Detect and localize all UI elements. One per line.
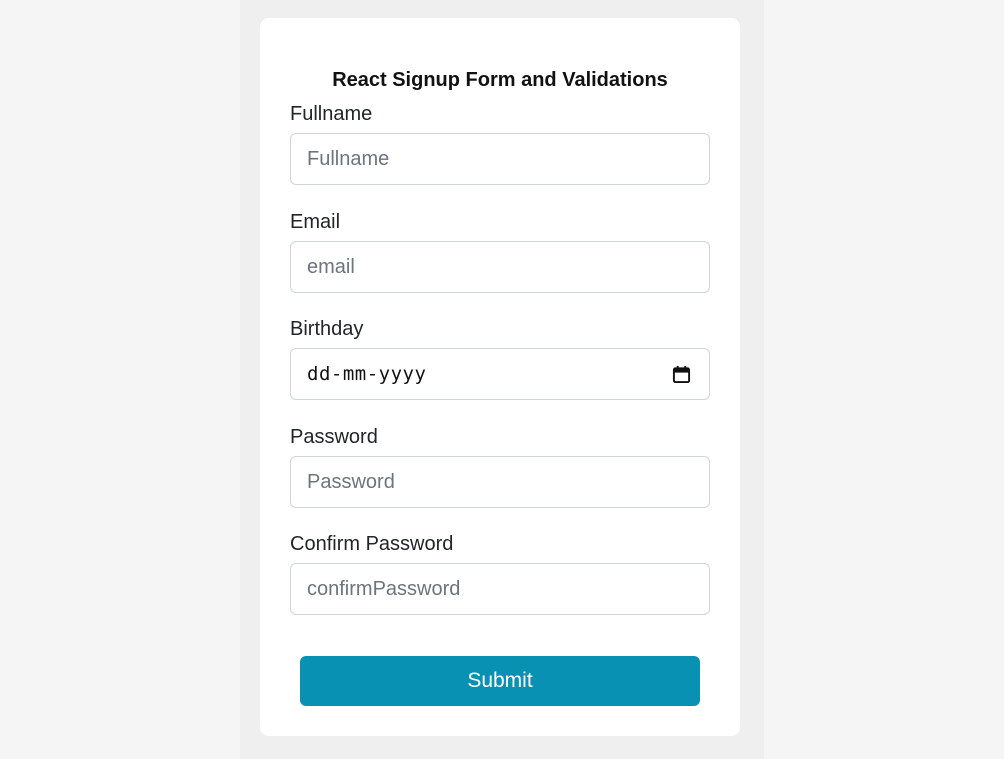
- password-label: Password: [290, 426, 378, 448]
- fullname-label: Fullname: [290, 103, 373, 125]
- signup-card: React Signup Form and Validations Fullna…: [260, 18, 740, 736]
- form-title: React Signup Form and Validations: [332, 69, 668, 91]
- birthday-input[interactable]: dd-mm-yyyy: [290, 348, 710, 400]
- confirm-password-field-box: [290, 563, 710, 615]
- password-input[interactable]: [291, 457, 709, 507]
- email-input[interactable]: [291, 242, 709, 292]
- password-field-box: [290, 456, 710, 508]
- email-field-box: [290, 241, 710, 293]
- confirm-password-label: Confirm Password: [290, 533, 454, 555]
- email-label: Email: [290, 211, 341, 233]
- form-container: React Signup Form and Validations Fullna…: [240, 0, 764, 759]
- calendar-icon[interactable]: [672, 365, 691, 384]
- birthday-label: Birthday: [290, 318, 364, 340]
- submit-button[interactable]: Submit: [300, 656, 700, 706]
- fullname-field-box: [290, 133, 710, 185]
- confirm-password-input[interactable]: [291, 564, 709, 614]
- birthday-date-placeholder: dd-mm-yyyy: [307, 363, 427, 385]
- fullname-input[interactable]: [291, 134, 709, 184]
